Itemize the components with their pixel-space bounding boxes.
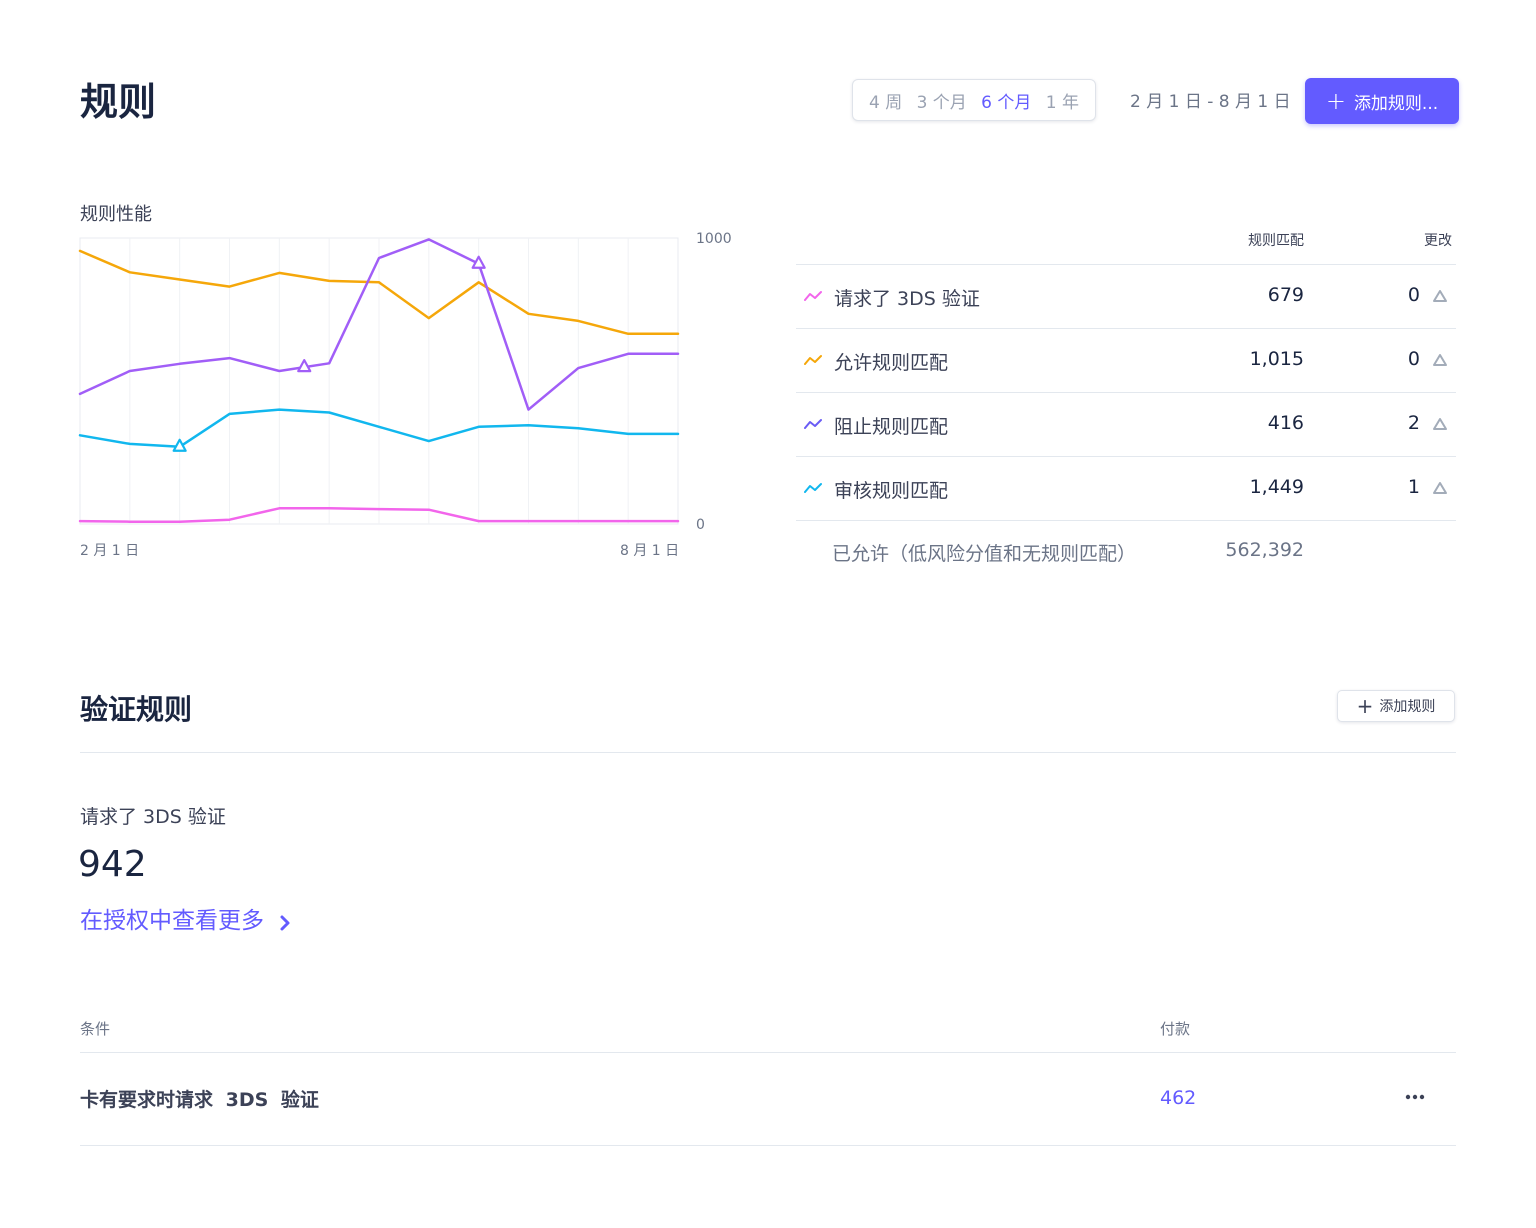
chart-y-tick-label: 0 [696,517,705,532]
stats-row-change: 2 [1407,412,1420,434]
stats-row-label: 阻止规则匹配 [834,416,949,438]
stats-row-label: 请求了 3DS 验证 [834,288,980,310]
table-row[interactable]: 卡有要求时请求 3DS 验证 462 [80,1053,1456,1146]
more-actions-button[interactable] [1404,1089,1426,1105]
header-change: 更改 [1424,233,1452,249]
stats-row-3ds[interactable]: 请求了 3DS 验证 679 0 [796,265,1456,329]
header-condition: 条件 [80,1020,111,1038]
add-verification-rule-label: 添加规则 [1379,699,1436,715]
chart-title: 规则性能 [80,204,152,225]
triangle-icon [1433,418,1447,430]
chart-event-marker [297,359,312,373]
triangle-icon [1433,290,1447,302]
section-title: 验证规则 [80,693,193,726]
stats-row-allow[interactable]: 允许规则匹配 1,015 0 [796,329,1456,393]
metric-value: 942 [78,844,147,885]
range-option-3-months[interactable]: 3 个月 [917,88,967,113]
page-title: 规则 [80,80,157,124]
stats-row-change: 1 [1407,476,1420,498]
view-more-link[interactable]: 在授权中查看更多 [80,904,292,938]
range-option-6-months[interactable]: 6 个月 [981,88,1031,113]
stats-footer-row: 已允许（低风险分值和无规则匹配） 562,392 [796,521,1456,585]
triangle-icon [1433,482,1447,494]
header-rule-matches: 规则匹配 [1248,233,1304,249]
add-rule-button[interactable]: + 添加规则... [1305,78,1459,124]
chart-date-start: 2 月 1 日 [80,543,140,559]
add-rule-button-label: 添加规则... [1353,93,1439,114]
triangle-icon [1433,354,1447,366]
stats-table-header: 规则匹配 更改 [796,226,1456,265]
rule-stats-table: 规则匹配 更改 请求了 3DS 验证 679 0 允许规则匹配 1,015 0 … [796,226,1456,585]
stats-row-matches: 679 [1267,284,1304,306]
add-verification-rule-button[interactable]: + 添加规则 [1337,690,1455,722]
stats-row-matches: 1,449 [1249,476,1304,498]
chart-event-marker [471,255,486,269]
stats-row-matches: 1,015 [1249,348,1304,370]
trend-icon [804,355,822,365]
more-horizontal-icon [1405,1094,1425,1100]
chart-event-marker [172,438,187,452]
plus-icon: + [1356,694,1374,718]
plus-icon: + [1325,87,1346,115]
stats-row-review[interactable]: 审核规则匹配 1,449 1 [796,457,1456,521]
stats-row-block[interactable]: 阻止规则匹配 416 2 [796,393,1456,457]
stats-row-change: 0 [1407,348,1420,370]
chart-date-end: 8 月 1 日 [620,543,680,559]
chart-y-tick-label: 1000 [696,232,732,247]
payments-count-link[interactable]: 462 [1160,1087,1196,1109]
condition-text: 卡有要求时请求 3DS 验证 [80,1089,319,1111]
trend-icon [804,291,822,301]
trend-icon [804,483,822,493]
time-range-selector: 4 周 3 个月 6 个月 1 年 [852,79,1096,121]
header-payments: 付款 [1160,1020,1191,1038]
trend-icon [804,419,822,429]
date-range-picker[interactable]: 2 月 1 日 - 8 月 1 日 [1130,90,1291,114]
range-option-4-weeks[interactable]: 4 周 [869,88,902,113]
view-more-label: 在授权中查看更多 [80,908,264,934]
range-option-1-year[interactable]: 1 年 [1046,88,1079,113]
stats-row-label: 允许规则匹配 [834,352,949,374]
stats-row-change: 0 [1407,284,1420,306]
chevron-right-icon [280,915,290,931]
metric-label: 请求了 3DS 验证 [80,806,226,828]
stats-row-matches: 416 [1267,412,1304,434]
rule-performance-chart: 0 1000 [78,232,732,532]
stats-footer-label: 已允许（低风险分值和无规则匹配） [832,543,1137,565]
section-divider [80,752,1456,753]
stats-row-label: 审核规则匹配 [834,480,949,502]
stats-footer-matches: 562,392 [1225,539,1304,561]
